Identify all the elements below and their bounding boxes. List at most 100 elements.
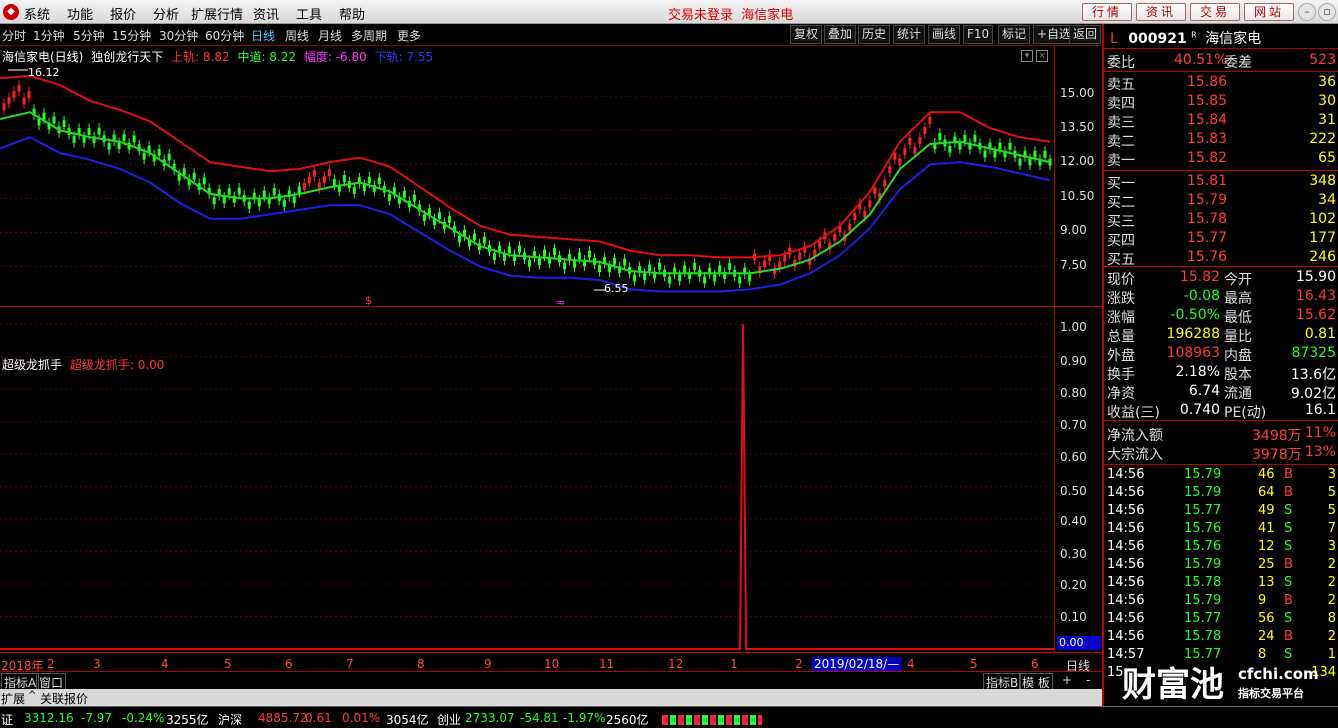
tick-count: 8: [1327, 611, 1336, 626]
kline-chart[interactable]: $ ≈: [0, 46, 1054, 652]
candle-body: [748, 274, 752, 282]
stat-label: 流通: [1224, 386, 1252, 402]
stat-value: 87325: [1291, 345, 1336, 361]
buy-row: 买四 15.77 177: [1104, 230, 1338, 249]
menu-system[interactable]: 系统: [24, 4, 50, 23]
menu-analysis[interactable]: 分析: [153, 4, 179, 23]
candle-body: [598, 265, 602, 273]
tick-count: 2: [1327, 593, 1336, 608]
stat-label: 内盘: [1224, 348, 1252, 364]
index-value: 4885.72: [258, 711, 308, 725]
chart-config-icon[interactable]: ▾: [1021, 50, 1033, 62]
stat-value: 6.74: [1188, 383, 1220, 399]
tick-count: 5: [1327, 485, 1336, 500]
sell-row: 卖三 15.84 31: [1104, 112, 1338, 131]
candle-body: [963, 134, 967, 142]
tick-side: B: [1284, 593, 1293, 608]
candle-body: [42, 112, 46, 120]
period-daily[interactable]: 日线: [251, 27, 275, 44]
tick-side: S: [1284, 611, 1293, 626]
period-5min[interactable]: 5分钟: [73, 27, 105, 44]
period-weekly[interactable]: 周线: [285, 27, 309, 44]
overlay-button[interactable]: 叠加: [824, 25, 857, 44]
candle-body: [853, 213, 857, 220]
period-timeshare[interactable]: 分时: [2, 27, 26, 44]
period-more[interactable]: 更多: [397, 27, 421, 44]
tick-row: 14:56 15.79 25 B 2: [1104, 557, 1338, 575]
stat-label: 股本: [1224, 367, 1252, 383]
candle-body: [247, 201, 251, 209]
market-breadth-icon: [662, 715, 762, 725]
index-name: 创业: [437, 713, 462, 727]
restore-icon[interactable]: ▫: [1318, 3, 1336, 21]
f10-button[interactable]: F10: [963, 25, 994, 44]
tab-extend[interactable]: 扩展: [1, 690, 25, 707]
zoom-in-icon[interactable]: +: [1062, 673, 1072, 687]
buy-price: 15.81: [1187, 173, 1228, 189]
menu-function[interactable]: 功能: [67, 4, 93, 23]
zoom-out-icon[interactable]: -: [1086, 673, 1090, 687]
draw-button[interactable]: 画线: [928, 25, 961, 44]
weibi-row: 委比 40.51% 委差 523: [1104, 52, 1338, 71]
index-value: 3312.16: [24, 711, 74, 725]
period-60min[interactable]: 60分钟: [205, 27, 244, 44]
candle-body: [868, 200, 872, 208]
stat-value: 15.90: [1295, 269, 1336, 285]
menu-tools[interactable]: 工具: [296, 4, 322, 23]
date-tick: 5: [970, 657, 978, 671]
chart-close-icon[interactable]: ×: [1036, 50, 1048, 62]
candle-body: [683, 265, 687, 273]
sell-label: 卖五: [1107, 77, 1135, 93]
minimize-icon[interactable]: –: [1298, 3, 1316, 21]
mark-button[interactable]: 标记: [998, 25, 1031, 44]
candle-body: [262, 190, 266, 198]
stat-value: 16.43: [1295, 288, 1336, 304]
candle-body: [693, 263, 697, 270]
trade-button[interactable]: 交易: [1190, 3, 1240, 21]
candle-body: [342, 175, 346, 182]
tick-row: 14:56 15.77 56 S 8: [1104, 611, 1338, 629]
stat-row: 总量 196288 量比 0.81: [1104, 326, 1338, 345]
period-30min[interactable]: 30分钟: [159, 27, 198, 44]
watermark-url: cfchi.com: [1238, 665, 1319, 683]
candle-body: [783, 254, 787, 262]
period-15min[interactable]: 15分钟: [112, 27, 151, 44]
weicha-label: 委差: [1224, 55, 1252, 71]
menu-quote[interactable]: 报价: [110, 4, 136, 23]
candle-body: [578, 252, 582, 260]
buy-label: 买一: [1107, 176, 1135, 192]
menu-extended[interactable]: 扩展行情: [191, 4, 243, 23]
ind-tick: 0.40: [1060, 514, 1087, 528]
stats-button[interactable]: 统计: [893, 25, 926, 44]
market-button[interactable]: 行情: [1082, 3, 1132, 21]
candle-body: [117, 142, 121, 149]
sell-volume: 30: [1318, 93, 1336, 109]
tab-related-quote[interactable]: 关联报价: [40, 690, 88, 707]
date-tick: 4: [907, 657, 915, 671]
history-button[interactable]: 历史: [858, 25, 891, 44]
menu-news[interactable]: 资讯: [253, 4, 279, 23]
adjust-button[interactable]: 复权: [790, 25, 823, 44]
flag-r: R: [1191, 30, 1197, 40]
period-multi[interactable]: 多周期: [351, 27, 387, 44]
login-status: 交易未登录 海信家电: [668, 8, 794, 23]
flow-value: 3498万: [1252, 428, 1302, 444]
menu-help[interactable]: 帮助: [339, 4, 365, 23]
tick-volume: 46: [1258, 467, 1275, 482]
period-1min[interactable]: 1分钟: [33, 27, 65, 44]
flow-pct: 13%: [1304, 444, 1336, 460]
app-logo-icon: ◆: [3, 4, 19, 20]
sell-label: 卖三: [1107, 115, 1135, 131]
website-button[interactable]: 网站: [1244, 3, 1294, 21]
news-button[interactable]: 资讯: [1136, 3, 1186, 21]
back-button[interactable]: 返回: [1069, 25, 1102, 44]
candle-body: [327, 169, 331, 177]
tick-volume: 12: [1258, 539, 1275, 554]
stat-value: -0.08: [1183, 288, 1220, 304]
candle-body: [553, 248, 557, 255]
chart-area[interactable]: $ ≈ 海信家电(日线) 独创龙行天下 上轨: 8.82 中道: 8.22 幅度:…: [0, 46, 1102, 658]
tick-time: 14:56: [1107, 521, 1145, 536]
period-monthly[interactable]: 月线: [318, 27, 342, 44]
stat-label: 现价: [1107, 272, 1135, 288]
date-tick: 2: [47, 657, 55, 671]
